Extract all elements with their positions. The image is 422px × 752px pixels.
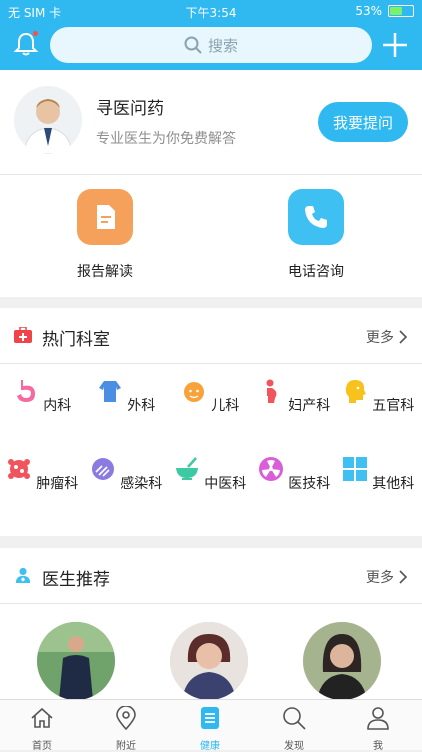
dept-label: 肿瘤科 xyxy=(36,476,79,492)
ask-question-button[interactable]: 我要提问 xyxy=(318,102,408,142)
phone-label: 电话咨询 xyxy=(288,264,344,280)
search-input[interactable]: 搜索 xyxy=(50,27,372,63)
doctor-avatar xyxy=(14,86,82,154)
search-icon xyxy=(184,36,202,54)
quick-actions: 报告解读 电话咨询 xyxy=(0,175,422,297)
dept-medical-tech[interactable]: 医技科 xyxy=(252,456,336,493)
dept-pediatrics[interactable]: 儿科 xyxy=(168,378,252,415)
tab-me[interactable]: 我 xyxy=(336,706,420,752)
doctors-more-label: 更多 xyxy=(366,570,394,586)
dept-label: 医技科 xyxy=(288,476,331,492)
user-icon xyxy=(367,707,389,730)
dept-ent[interactable]: 五官科 xyxy=(336,378,420,415)
doctors-title: 医生推荐 xyxy=(42,570,110,590)
dept-label: 五官科 xyxy=(372,398,415,414)
tab-nearby[interactable]: 附近 xyxy=(84,705,168,752)
battery-percent: 53% xyxy=(355,4,382,18)
departments-more-link[interactable]: 更多 xyxy=(366,327,408,347)
doctors-more-link[interactable]: 更多 xyxy=(366,567,408,587)
notification-dot xyxy=(33,31,38,36)
top-header: 无 SIM 卡 下午3:54 53% 搜索 xyxy=(0,0,422,70)
report-label: 报告解读 xyxy=(77,264,133,280)
medkit-icon xyxy=(14,327,32,343)
pregnant-icon xyxy=(266,379,277,403)
dept-label: 中医科 xyxy=(204,476,247,492)
intro-subtitle: 专业医生为你免费解答 xyxy=(96,131,236,147)
dept-oncology[interactable]: 肿瘤科 xyxy=(0,456,84,493)
tab-discover[interactable]: 发现 xyxy=(252,706,336,752)
dept-obstetrics[interactable]: 妇产科 xyxy=(252,378,336,415)
stomach-icon xyxy=(16,380,35,402)
grid-icon xyxy=(342,457,367,481)
tumor-icon xyxy=(7,459,30,479)
dept-other[interactable]: 其他科 xyxy=(336,456,420,493)
status-right: 53% xyxy=(355,4,414,18)
intro-title: 寻医问药 xyxy=(96,99,164,119)
chevron-right-icon xyxy=(399,570,408,584)
search-icon xyxy=(283,707,306,730)
doctor-photo[interactable] xyxy=(37,622,115,700)
report-interpretation-button[interactable]: 报告解读 xyxy=(45,189,165,281)
doctor-photo[interactable] xyxy=(170,622,248,700)
tab-home[interactable]: 首页 xyxy=(0,706,84,752)
dept-internal-medicine[interactable]: 内科 xyxy=(0,378,84,415)
dept-tcm[interactable]: 中医科 xyxy=(168,456,252,493)
departments-more-label: 更多 xyxy=(366,330,394,346)
location-icon xyxy=(116,705,136,731)
dept-label: 感染科 xyxy=(120,476,163,492)
dept-label: 妇产科 xyxy=(288,398,331,414)
doctor-photo[interactable] xyxy=(303,622,381,700)
doctor-icon xyxy=(15,567,31,583)
intro-card: 寻医问药 专业医生为你免费解答 我要提问 xyxy=(0,70,422,175)
dept-label: 外科 xyxy=(127,398,156,414)
search-placeholder: 搜索 xyxy=(207,36,238,55)
body-icon xyxy=(98,381,121,402)
doctors-section: 医生推荐 更多 xyxy=(0,548,422,700)
dept-label: 内科 xyxy=(43,398,72,414)
dept-infectious[interactable]: 感染科 xyxy=(84,456,168,493)
health-icon xyxy=(201,707,219,729)
phone-consult-button[interactable]: 电话咨询 xyxy=(256,189,376,281)
phone-icon xyxy=(288,189,344,245)
head-icon xyxy=(345,380,366,403)
doctors-header: 医生推荐 更多 xyxy=(0,548,422,604)
chevron-right-icon xyxy=(399,330,408,344)
plus-icon[interactable] xyxy=(380,30,410,60)
report-icon xyxy=(77,189,133,245)
battery-fill xyxy=(390,7,402,15)
dept-surgery[interactable]: 外科 xyxy=(84,378,168,415)
tab-bar: 首页 附近 健康 发现 我 xyxy=(0,699,422,752)
departments-title: 热门科室 xyxy=(42,330,110,350)
dept-label: 其他科 xyxy=(372,476,415,492)
virus-icon xyxy=(91,458,114,480)
status-bar: 无 SIM 卡 下午3:54 53% xyxy=(0,0,422,22)
radiation-icon xyxy=(258,457,283,481)
departments-header: 热门科室 更多 xyxy=(0,308,422,364)
dept-label: 儿科 xyxy=(211,398,240,414)
tab-health[interactable]: 健康 xyxy=(168,706,252,752)
departments-section: 热门科室 更多 内科 外科 儿科 妇产科 五官科 肿瘤科 感染科 中医科 医技科… xyxy=(0,308,422,536)
battery-icon xyxy=(388,5,414,17)
home-icon xyxy=(31,707,53,728)
mortar-icon xyxy=(175,457,198,480)
baby-icon xyxy=(183,382,204,402)
